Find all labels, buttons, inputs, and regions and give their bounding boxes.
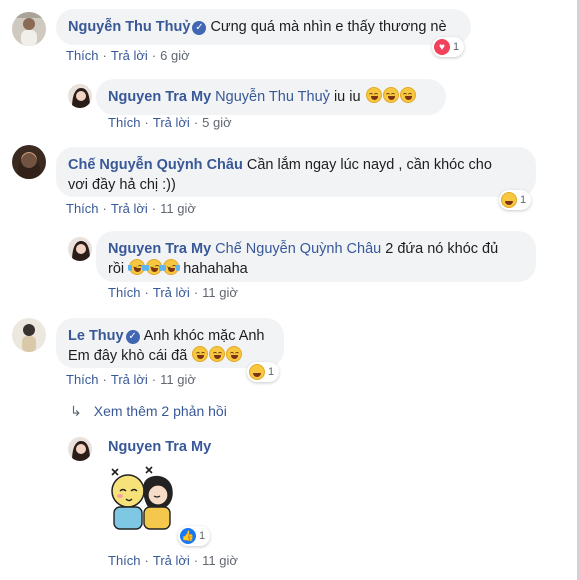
reply-link[interactable]: Trả lời <box>111 201 148 216</box>
reaction-count[interactable]: ♥ 1 <box>432 37 465 57</box>
grin-emoji <box>382 87 399 103</box>
avatar[interactable] <box>68 84 92 108</box>
smile-emoji <box>226 346 243 362</box>
grin-emoji <box>399 87 416 103</box>
comment-actions: Thích · Trả lời · 11 giờ <box>66 372 196 387</box>
haha-icon <box>501 192 517 208</box>
reply-author[interactable]: Nguyen Tra My <box>108 439 211 455</box>
reply-time[interactable]: 11 giờ <box>202 285 238 300</box>
like-link[interactable]: Thích <box>108 285 141 300</box>
verified-badge-icon: ✓ <box>125 330 140 344</box>
love-icon: ♥ <box>434 39 450 55</box>
reply-link[interactable]: Trả lời <box>111 372 148 387</box>
reply-actions: Thích · Trả lời · 11 giờ <box>108 553 238 568</box>
comment-author[interactable]: Chế Nguyễn Quỳnh Châu <box>68 157 243 173</box>
avatar[interactable] <box>68 437 92 461</box>
haha-icon <box>249 364 265 380</box>
comment-actions: Thích · Trả lời · 11 giờ <box>66 201 196 216</box>
reply-actions: Thích · Trả lời · 5 giờ <box>108 115 232 130</box>
reply-text: iu iu <box>333 89 361 105</box>
comment-author[interactable]: Nguyễn Thu Thuỷ <box>68 19 190 35</box>
mention-tag[interactable]: Chế Nguyễn Quỳnh Châu <box>215 241 381 257</box>
like-link[interactable]: Thích <box>66 372 99 387</box>
reply-arrow-icon: ↳ <box>70 403 82 419</box>
reply-bubble: Nguyen Tra My Nguyễn Thu Thuỷ iu iu <box>96 79 446 115</box>
avatar[interactable] <box>68 237 92 261</box>
reply-time[interactable]: 11 giờ <box>202 553 238 568</box>
comment-bubble: Nguyễn Thu Thuỷ ✓ Cưng quá mà nhìn e thấy … <box>56 9 471 45</box>
reply-link[interactable]: Trả lời <box>153 115 190 130</box>
rofl-emoji <box>162 259 181 275</box>
comment-time[interactable]: 11 giờ <box>160 201 196 216</box>
like-link[interactable]: Thích <box>66 48 99 63</box>
comment-time[interactable]: 11 giờ <box>160 372 196 387</box>
reply-author[interactable]: Nguyen Tra My <box>108 89 211 105</box>
comment-actions: Thích · Trả lời · 6 giờ <box>66 48 190 63</box>
avatar[interactable] <box>12 12 46 46</box>
comment-text: Anh khóc mặc Anh <box>143 328 265 344</box>
like-link[interactable]: Thích <box>66 201 99 216</box>
comment-text: vơi đầy hả chị :)) <box>68 177 176 193</box>
reply-bubble: Nguyen Tra My Chế Nguyễn Quỳnh Châu 2 đứ… <box>96 231 536 282</box>
like-icon: 👍 <box>180 528 196 544</box>
comment-author[interactable]: Le Thuy <box>68 328 124 344</box>
reply-text: rồi <box>108 261 125 277</box>
rofl-emoji <box>145 259 164 275</box>
smile-emoji <box>192 346 209 362</box>
mention-tag[interactable]: Nguyễn Thu Thuỷ <box>215 89 330 105</box>
reply-text: hahahaha <box>183 261 248 277</box>
comment-text: Cần lắm ngay lúc nayd , cần khóc cho <box>246 157 492 173</box>
avatar[interactable] <box>12 145 46 179</box>
grin-emoji <box>365 87 382 103</box>
hugging-kids-sticker <box>100 463 184 540</box>
comment-text: Cưng quá mà nhìn e thấy thương nè <box>210 19 447 35</box>
comment-bubble: Chế Nguyễn Quỳnh Châu Cần lắm ngay lúc n… <box>56 147 536 197</box>
comment-text: Em đây khò cái đã <box>68 348 188 364</box>
view-more-replies-link[interactable]: ↳ Xem thêm 2 phản hồi <box>70 403 227 420</box>
comment-time[interactable]: 6 giờ <box>160 48 190 63</box>
like-link[interactable]: Thích <box>108 115 141 130</box>
reply-link[interactable]: Trả lời <box>153 285 190 300</box>
reply-link[interactable]: Trả lời <box>111 48 148 63</box>
reply-text: 2 đứa nó khóc đủ <box>385 241 499 257</box>
verified-badge-icon: ✓ <box>192 21 207 35</box>
comment-bubble: Le Thuy ✓ Anh khóc mặc Anh Em đây khò cái … <box>56 318 284 368</box>
reply-actions: Thích · Trả lời · 11 giờ <box>108 285 238 300</box>
avatar[interactable] <box>12 318 46 352</box>
reply-author[interactable]: Nguyen Tra My <box>108 241 211 257</box>
reply-link[interactable]: Trả lời <box>153 553 190 568</box>
like-link[interactable]: Thích <box>108 553 141 568</box>
reply-time[interactable]: 5 giờ <box>202 115 232 130</box>
smile-emoji <box>209 346 226 362</box>
reaction-count[interactable]: 1 <box>247 362 280 382</box>
rofl-emoji <box>128 259 147 275</box>
reply-author-row: Nguyen Tra My <box>108 439 211 455</box>
reaction-count[interactable]: 1 <box>499 190 532 210</box>
reaction-count[interactable]: 👍 1 <box>178 526 211 546</box>
